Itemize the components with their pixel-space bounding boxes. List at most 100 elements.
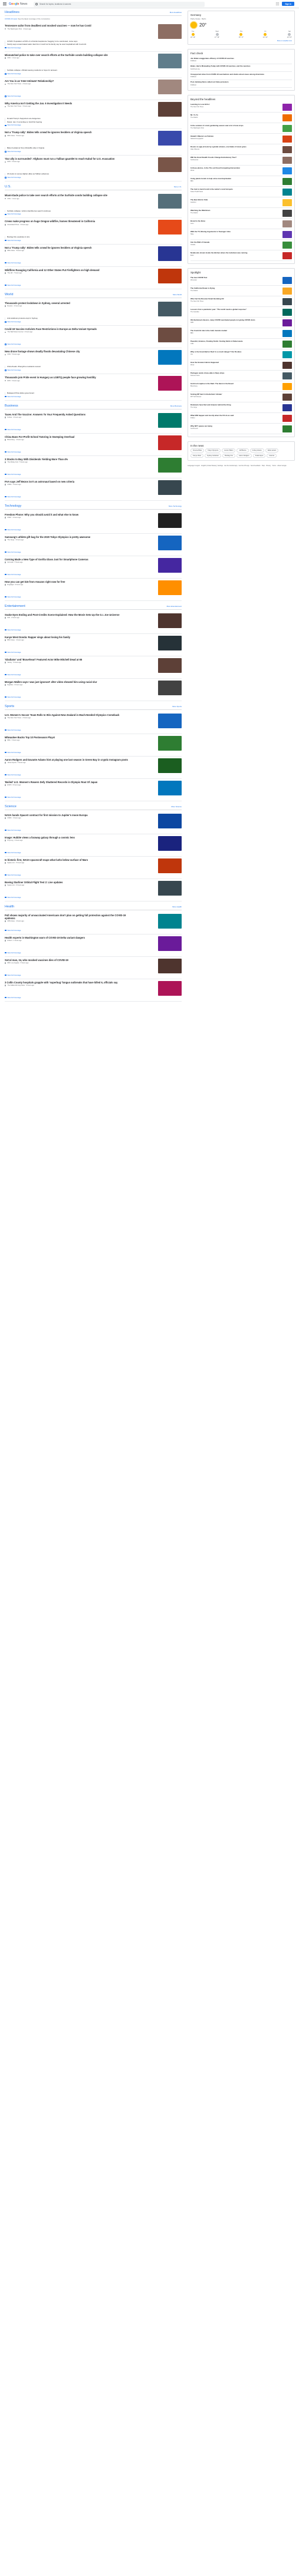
- story-thumbnail[interactable]: [158, 157, 182, 172]
- story-source[interactable]: Engadget: [7, 584, 14, 586]
- story-thumbnail[interactable]: [158, 613, 182, 628]
- spotlight-item-thumbnail[interactable]: [282, 361, 292, 369]
- story-thumbnail[interactable]: [158, 412, 182, 428]
- story-thumbnail[interactable]: [158, 913, 182, 929]
- related-story-title[interactable]: US looks to rescue Afghan allies as Tali…: [7, 173, 182, 176]
- section-title[interactable]: Sports: [5, 705, 14, 708]
- footer-links[interactable]: Language & region · English (United Stat…: [188, 465, 295, 467]
- full-coverage-link[interactable]: View Full Coverage: [5, 729, 182, 731]
- fact_check-item-title[interactable]: Jon Biden exaggerates efficacy of COVID-…: [190, 57, 234, 60]
- spotlight-item-thumbnail[interactable]: [282, 287, 292, 295]
- story-thumbnail[interactable]: [158, 131, 182, 146]
- full-coverage-link[interactable]: View Full Coverage: [5, 574, 182, 576]
- story-thumbnail[interactable]: [158, 980, 182, 996]
- story-title[interactable]: 'Boiled' U.S. Women's Rowers Defy Shatte…: [5, 781, 134, 784]
- full-coverage-link[interactable]: View Full Coverage: [5, 629, 182, 631]
- story-source[interactable]: BBC News: [7, 639, 15, 641]
- topic-chip[interactable]: Sydney lockdown: [204, 454, 222, 458]
- spotlight-item-thumbnail[interactable]: [282, 319, 292, 326]
- spotlight-item-title[interactable]: Lessons from a pandemic year: "The world…: [190, 308, 247, 311]
- section-title[interactable]: Science: [5, 805, 17, 808]
- full-coverage-link[interactable]: View Full Coverage: [5, 474, 182, 475]
- story-thumbnail[interactable]: [158, 220, 182, 235]
- story-title[interactable]: FAA says Jeff Bezos isn't an astronaut b…: [5, 480, 134, 483]
- spotlight-item-thumbnail[interactable]: [282, 340, 292, 348]
- story-source[interactable]: The New York Times: [7, 83, 21, 85]
- beyond-item-title[interactable]: Will the Great Stealth Fossils Change Ev…: [190, 156, 236, 159]
- section-title[interactable]: Business: [5, 404, 18, 408]
- section-more-link[interactable]: More Health: [172, 906, 182, 908]
- story-title[interactable]: In historic first, NASA spacecraft maps …: [5, 858, 134, 861]
- beyond-item[interactable]: Rooms to ugly at book by a global volcan…: [190, 144, 292, 156]
- topic-chip[interactable]: Delta variant: [265, 448, 279, 453]
- beyond-item-title[interactable]: Hawaii's Mauna Loa Volcano: [190, 135, 213, 138]
- spotlight-item-title[interactable]: Who Fed the Russian Smart Bombing Oil: [190, 298, 224, 300]
- story-title[interactable]: Aaron Rodgers and Davante Adams hint at …: [5, 758, 134, 761]
- related-story-title[interactable]: Surfside collapse: officials leaving res…: [7, 69, 182, 72]
- google-news-logo[interactable]: Google News: [9, 2, 27, 6]
- spotlight-item-title[interactable]: Why NFT spaces are being: [190, 425, 212, 428]
- full-coverage-link[interactable]: View Full Coverage: [5, 240, 182, 242]
- related-story-title[interactable]: Family says unvaccinated sailor died fro…: [7, 43, 182, 46]
- story-thumbnail[interactable]: [158, 301, 182, 316]
- story-title[interactable]: Taxes And The Vaccine: Answers To Your F…: [5, 413, 134, 416]
- spotlight-item-title[interactable]: Solving NP hard in blockchain 'climate': [190, 393, 222, 396]
- section-title[interactable]: U.S.: [5, 185, 11, 189]
- related-story-title[interactable]: COVID: Population at 53% of a Florida ho…: [7, 40, 182, 43]
- topic-chip[interactable]: Simone Biles: [190, 448, 205, 453]
- story-title[interactable]: Morgan Wallen says I was just ignorant' …: [5, 681, 134, 683]
- full-coverage-link[interactable]: View Full Coverage: [5, 551, 182, 553]
- story-thumbnail[interactable]: [158, 327, 182, 342]
- full-coverage-link[interactable]: View Full Coverage: [5, 396, 182, 398]
- full-coverage-link[interactable]: View Full Coverage: [5, 930, 182, 932]
- section-title[interactable]: World: [5, 293, 14, 296]
- beyond-item-thumbnail[interactable]: [282, 230, 292, 238]
- story-source[interactable]: ESPN: [7, 784, 11, 786]
- section-title[interactable]: Technology: [5, 504, 21, 508]
- full-coverage-link[interactable]: View Full Coverage: [5, 285, 182, 286]
- story-thumbnail[interactable]: [158, 480, 182, 495]
- related-story-title[interactable]: Anti-lockdown protests erupt in Sydney: [7, 317, 182, 320]
- beyond-item[interactable]: Learning to Love B-R-A The New York Times: [190, 102, 292, 113]
- sign-in-button[interactable]: Sign in: [282, 2, 294, 6]
- beyond-item-title[interactable]: Notebooks shown inside the kitchen where…: [190, 252, 247, 255]
- topic-chip[interactable]: Hunter Biden: [222, 448, 236, 453]
- full-coverage-link[interactable]: View Full Coverage: [5, 429, 182, 431]
- story-thumbnail[interactable]: [158, 858, 182, 873]
- section-more-link[interactable]: More Business: [170, 405, 182, 407]
- story-title[interactable]: Why America Isn't Getting the Jan. 6 Inv…: [5, 102, 134, 105]
- topic-chip[interactable]: Kanye West: [190, 454, 203, 458]
- story-thumbnail[interactable]: [158, 535, 182, 550]
- story-source[interactable]: CBS News: [7, 920, 15, 922]
- fact_check-item[interactable]: Unsupported video from COVID-19 vaccinat…: [190, 72, 292, 80]
- beyond-item-title[interactable]: In the summer of covid, gardening season…: [190, 124, 244, 127]
- beyond-item-thumbnail[interactable]: [282, 209, 292, 217]
- story-thumbnail[interactable]: [158, 435, 182, 450]
- story-thumbnail[interactable]: [158, 194, 182, 209]
- story-title[interactable]: Corning Made a New Type of Gorilla Glass…: [5, 558, 134, 561]
- spotlight-item[interactable]: Who Fed the Russian Smart Bombing Oil The…: [190, 296, 292, 308]
- full-coverage-link[interactable]: View Full Coverage: [5, 496, 182, 498]
- beyond-item[interactable]: Will the Great Stealth Fossils Change Ev…: [190, 155, 292, 166]
- story-title[interactable]: China Bans For-Profit School Tutoring in…: [5, 435, 134, 438]
- spotlight-item[interactable]: Gold rush captive in the Dark: The Heist…: [190, 381, 292, 392]
- story-source[interactable]: CNBC: [7, 817, 11, 819]
- story-source[interactable]: Phys.org: [7, 840, 13, 841]
- section-title[interactable]: Headlines: [5, 11, 19, 14]
- beyond-item[interactable]: Using plants trends to help solve rural …: [190, 176, 292, 187]
- spotlight-item-thumbnail[interactable]: [282, 425, 292, 432]
- full-coverage-link[interactable]: View Full Coverage: [5, 213, 182, 215]
- beyond-item[interactable]: Bored to the Bone Aeon: [190, 219, 292, 230]
- spotlight-item[interactable]: Lessons from a pandemic year: "The world…: [190, 307, 292, 318]
- story-source[interactable]: NPR: [7, 380, 10, 382]
- beyond-item[interactable]: The trek to track Covid in the nation's …: [190, 187, 292, 198]
- spotlight-item[interactable]: Pentagon wants drone-able to Navy ships D…: [190, 371, 292, 382]
- beyond-item-title[interactable]: The trek to track Covid in the nation's …: [190, 188, 233, 191]
- story-source[interactable]: KING 5: [7, 940, 12, 942]
- beyond-item-thumbnail[interactable]: [282, 241, 292, 249]
- story-thumbnail[interactable]: [158, 580, 182, 595]
- spotlight-item-title[interactable]: Gold rush captive in the Dark: The Heist…: [190, 382, 234, 385]
- weather-more-link[interactable]: More on weather.com: [190, 40, 292, 42]
- full-coverage-link[interactable]: View Full Coverage: [5, 177, 182, 179]
- story-thumbnail[interactable]: [158, 958, 182, 973]
